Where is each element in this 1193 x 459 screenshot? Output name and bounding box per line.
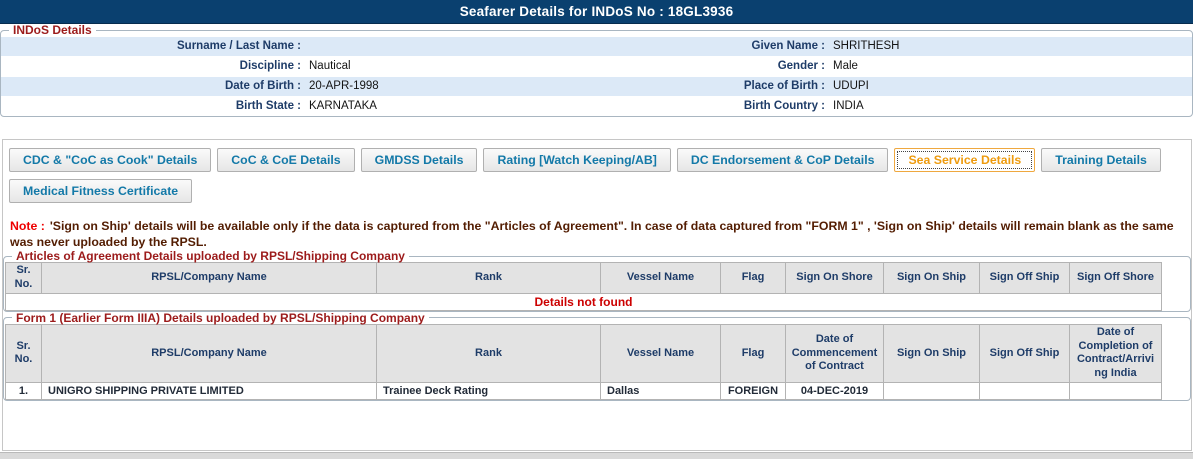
note-text: 'Sign on Ship' details will be available… [10, 219, 1174, 250]
tab-rating-watch-keeping-ab[interactable]: Rating [Watch Keeping/AB] [483, 148, 671, 172]
birth-country-label: Birth Country : [743, 100, 825, 112]
form1-details-legend: Form 1 (Earlier Form IIIA) Details uploa… [16, 310, 425, 325]
column-header-company: RPSL/Company Name [41, 323, 377, 383]
column-header-vessel: Vessel Name [600, 262, 721, 294]
indos-row-state: Birth State : KARNATAKA Birth Country : … [1, 97, 1192, 116]
note-label: Note : [10, 219, 45, 233]
details-not-found-message: Details not found [5, 292, 1162, 311]
table-row: 1. UNIGRO SHIPPING PRIVATE LIMITED Train… [5, 381, 1162, 400]
surname-value [301, 37, 573, 56]
discipline-value: Nautical [309, 60, 351, 72]
surname-label: Surname / Last Name : [177, 40, 301, 52]
column-header-commencement-date: Date of Commencement of Contract [785, 323, 884, 383]
tab-strip-row-1: CDC & "CoC as Cook" Details CoC & CoE De… [9, 148, 1191, 172]
date-of-birth-label: Date of Birth : [224, 80, 301, 92]
page-title: Seafarer Details for INDoS No : 18GL3936 [0, 0, 1193, 24]
tab-dc-endorsement-cop-details[interactable]: DC Endorsement & CoP Details [676, 148, 889, 172]
tab-training-details[interactable]: Training Details [1041, 148, 1161, 172]
indos-row-discipline: Discipline : Nautical Gender : Male [1, 57, 1192, 76]
cell-sign-off-ship [979, 381, 1070, 400]
horizontal-scrollbar[interactable] [0, 452, 1193, 459]
column-header-rank: Rank [376, 323, 601, 383]
date-of-birth-value: 20-APR-1998 [309, 80, 379, 92]
tab-sea-service-details[interactable]: Sea Service Details [894, 148, 1036, 172]
tab-strip-row-2: Medical Fitness Certificate [9, 179, 1191, 203]
cell-company: UNIGRO SHIPPING PRIVATE LIMITED [41, 381, 377, 400]
articles-of-agreement-section: Articles of Agreement Details uploaded b… [3, 250, 1191, 312]
cell-sign-on-ship [883, 381, 980, 400]
column-header-sign-on-ship: Sign On Ship [883, 262, 980, 294]
column-header-flag: Flag [720, 262, 786, 294]
tab-coc-coe-details[interactable]: CoC & CoE Details [217, 148, 355, 172]
column-header-sign-off-ship: Sign Off Ship [979, 262, 1070, 294]
indos-details-section: INDoS Details Surname / Last Name : Give… [0, 24, 1193, 117]
given-name-value: SHRITHESH [833, 40, 900, 52]
column-header-sr-no: Sr. No. [5, 262, 42, 294]
column-header-sign-on-shore: Sign On Shore [785, 262, 884, 294]
gender-value: Male [833, 60, 858, 72]
tab-cdc-coc-as-cook-details[interactable]: CDC & "CoC as Cook" Details [9, 148, 212, 172]
column-header-sign-off-ship: Sign Off Ship [979, 323, 1070, 383]
birth-country-value: INDIA [833, 100, 864, 112]
cell-completion-date [1069, 381, 1162, 400]
column-header-completion-date: Date of Completion of Contract/Arriving … [1069, 323, 1162, 383]
cell-commencement-date: 04-DEC-2019 [785, 381, 884, 400]
tab-medical-fitness-certificate[interactable]: Medical Fitness Certificate [9, 179, 193, 203]
table-header-row: Sr. No. RPSL/Company Name Rank Vessel Na… [5, 323, 1162, 383]
tab-gmdss-details[interactable]: GMDSS Details [360, 148, 478, 172]
cell-flag: FOREIGN [720, 381, 786, 400]
form1-details-table: Sr. No. RPSL/Company Name Rank Vessel Na… [5, 323, 1162, 400]
birth-state-value: KARNATAKA [309, 100, 377, 112]
place-of-birth-label: Place of Birth : [743, 80, 825, 92]
place-of-birth-value: UDUPI [833, 80, 869, 92]
column-header-sr-no: Sr. No. [5, 323, 42, 383]
articles-of-agreement-legend: Articles of Agreement Details uploaded b… [16, 249, 405, 264]
cell-vessel: Dallas [600, 381, 721, 400]
column-header-sign-on-ship: Sign On Ship [883, 323, 980, 383]
tab-panel-container: CDC & "CoC as Cook" Details CoC & CoE De… [2, 139, 1192, 451]
articles-of-agreement-table: Sr. No. RPSL/Company Name Rank Vessel Na… [5, 262, 1162, 311]
given-name-label: Given Name : [751, 40, 826, 52]
column-header-rank: Rank [376, 262, 601, 294]
column-header-sign-off-shore: Sign Off Shore [1069, 262, 1162, 294]
indos-row-name: Surname / Last Name : Given Name : SHRIT… [1, 37, 1192, 56]
form1-details-section: Form 1 (Earlier Form IIIA) Details uploa… [3, 310, 1191, 401]
table-header-row: Sr. No. RPSL/Company Name Rank Vessel Na… [5, 262, 1162, 294]
table-row: Details not found [5, 292, 1162, 311]
discipline-label: Discipline : [239, 60, 301, 72]
indos-details-legend: INDoS Details [13, 23, 92, 37]
cell-rank: Trainee Deck Rating [376, 381, 601, 400]
sign-on-ship-note: Note : 'Sign on Ship' details will be ava… [10, 218, 1183, 250]
column-header-company: RPSL/Company Name [41, 262, 377, 294]
cell-sr-no: 1. [5, 381, 42, 400]
column-header-vessel: Vessel Name [600, 323, 721, 383]
birth-state-label: Birth State : [235, 100, 301, 112]
column-header-flag: Flag [720, 323, 786, 383]
gender-label: Gender : [777, 60, 825, 72]
indos-row-birth: Date of Birth : 20-APR-1998 Place of Bir… [1, 77, 1192, 96]
